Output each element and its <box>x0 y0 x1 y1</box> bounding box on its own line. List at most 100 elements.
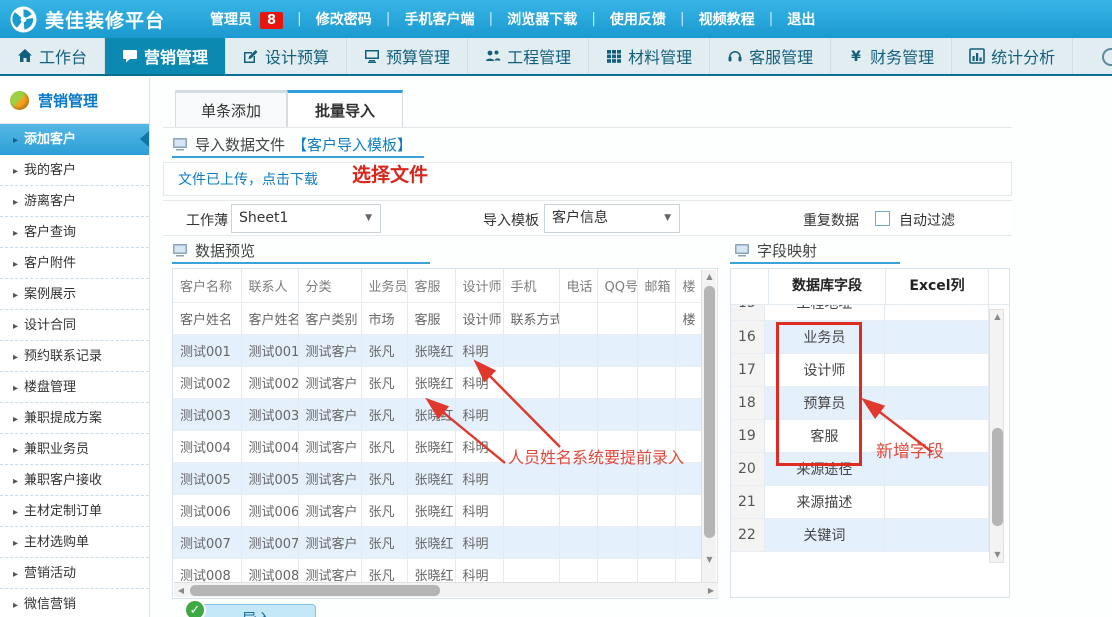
topbar-item[interactable]: 手机客户端 <box>404 9 474 29</box>
sidebar-item[interactable]: ▸微信营销 <box>0 589 149 617</box>
nav-item-home[interactable]: 工作台 <box>0 38 105 74</box>
scroll-up-icon[interactable]: ▲ <box>990 310 1005 324</box>
topbar-admin[interactable]: 管理员8 <box>210 9 283 29</box>
sidebar-item-label: 游离客户 <box>24 194 76 209</box>
notification-badge[interactable]: 8 <box>260 12 283 29</box>
workbook-select[interactable]: Sheet1▼ <box>231 204 381 233</box>
table-row[interactable]: 测试008测试008测试客户张凡张晓红科明 <box>173 558 701 583</box>
app-window: 美佳装修平台 管理员8 |修改密码|手机客户端|浏览器下载|使用反馈|视频教程|… <box>0 0 1112 617</box>
row-number: 19 <box>731 419 765 452</box>
cell: 科明 <box>455 558 503 583</box>
sidebar-item-label: 案例展示 <box>24 287 76 302</box>
tab-batch-import[interactable]: 批量导入 <box>287 90 403 128</box>
import-button[interactable]: 导入 <box>198 604 316 617</box>
mapping-row[interactable]: 17设计师 <box>731 353 989 386</box>
sidebar-item[interactable]: ▸添加客户 <box>0 124 149 155</box>
preview-vertical-scrollbar[interactable]: ▲ ▼ <box>701 270 716 583</box>
caret-right-icon: ▸ <box>13 414 18 425</box>
cell: 张晓红 <box>407 430 455 462</box>
sidebar-item[interactable]: ▸兼职业务员 <box>0 434 149 465</box>
cell: 测试002 <box>173 366 241 398</box>
cell: 测试001 <box>173 334 241 366</box>
sidebar-item[interactable]: ▸游离客户 <box>0 186 149 217</box>
cell <box>675 494 701 526</box>
template-download-link[interactable]: 【客户导入模板】 <box>292 134 412 155</box>
table-row[interactable]: 测试006测试006测试客户张凡张晓红科明 <box>173 494 701 526</box>
nav-item-grid[interactable]: 材料管理 <box>589 38 710 74</box>
nav-item-monitor[interactable]: 预算管理 <box>347 38 468 74</box>
topbar-item[interactable]: 修改密码 <box>316 9 372 29</box>
computer-icon <box>734 243 750 258</box>
caret-right-icon: ▸ <box>13 352 18 363</box>
topbar-item[interactable]: 退出 <box>787 9 815 29</box>
uploaded-file-link[interactable]: 文件已上传，点击下载 <box>178 169 318 189</box>
topbar-item[interactable]: 使用反馈 <box>610 9 666 29</box>
sidebar-item[interactable]: ▸案例展示 <box>0 279 149 310</box>
mapping-row[interactable]: 22关键词 <box>731 518 989 551</box>
mapping-row[interactable]: 19客服 <box>731 419 989 452</box>
scroll-left-icon[interactable]: ◀ <box>174 583 188 598</box>
nav-item-label: 材料管理 <box>628 44 692 68</box>
scrollbar-thumb[interactable] <box>190 585 440 596</box>
nav-item-chat[interactable]: 营销管理 <box>105 38 226 74</box>
excel-col-cell[interactable] <box>884 305 988 320</box>
excel-col-cell[interactable] <box>884 320 988 353</box>
sidebar-item[interactable]: ▸兼职提成方案 <box>0 403 149 434</box>
table-row[interactable]: 客户姓名客户姓名客户类别市场客服设计师联系方式楼 <box>173 302 701 334</box>
tab-single-add[interactable]: 单条添加 <box>175 90 287 128</box>
preview-horizontal-scrollbar[interactable]: ◀ ▶ <box>174 582 718 597</box>
mapping-row[interactable]: 20来源途径 <box>731 452 989 485</box>
choose-file-button[interactable]: 选择文件 <box>352 160 428 187</box>
sidebar-item[interactable]: ▸楼盘管理 <box>0 372 149 403</box>
cell <box>597 558 637 583</box>
scrollbar-thumb[interactable] <box>704 286 715 538</box>
sidebar-item[interactable]: ▸主材定制订单 <box>0 496 149 527</box>
main-nav: 工作台营销管理设计预算预算管理工程管理 材料管理客服管理¥财务管理统计分析 <box>0 38 1112 76</box>
caret-right-icon: ▸ <box>13 383 18 394</box>
mapping-row[interactable]: 21来源描述 <box>731 485 989 518</box>
nav-item-headset[interactable]: 客服管理 <box>710 38 831 74</box>
scroll-right-icon[interactable]: ▶ <box>704 583 718 598</box>
scroll-down-icon[interactable]: ▼ <box>702 553 717 567</box>
db-field-header: 数据库字段 <box>769 269 886 304</box>
scroll-up-icon[interactable]: ▲ <box>702 270 717 284</box>
topbar-item[interactable]: 视频教程 <box>699 9 755 29</box>
table-row[interactable]: 测试007测试007测试客户张凡张晓红科明 <box>173 526 701 558</box>
nav-item-users[interactable]: 工程管理 <box>468 38 589 74</box>
sidebar-item-label: 兼职客户接收 <box>24 473 102 488</box>
annotation-preview-note: 人员姓名系统要提前录入 <box>508 444 684 468</box>
table-row[interactable]: 测试003测试003测试客户张凡张晓红科明 <box>173 398 701 430</box>
mapping-row[interactable]: 16业务员 <box>731 320 989 353</box>
scrollbar-thumb[interactable] <box>992 428 1003 526</box>
sidebar-item[interactable]: ▸客户查询 <box>0 217 149 248</box>
excel-col-cell[interactable] <box>884 386 988 419</box>
mapping-row[interactable]: 18预算员 <box>731 386 989 419</box>
template-select[interactable]: 客户信息▼ <box>544 204 680 233</box>
column-header: 联系人 <box>241 269 298 302</box>
cell <box>597 398 637 430</box>
table-row[interactable]: 测试002测试002测试客户张凡张晓红科明 <box>173 366 701 398</box>
sidebar-item[interactable]: ▸营销活动 <box>0 558 149 589</box>
sidebar-item[interactable]: ▸主材选购单 <box>0 527 149 558</box>
excel-col-cell[interactable] <box>884 485 988 518</box>
cell <box>675 526 701 558</box>
sidebar-item[interactable]: ▸预约联系记录 <box>0 341 149 372</box>
nav-item-chart[interactable]: 统计分析 <box>952 38 1073 74</box>
nav-item-yen[interactable]: ¥财务管理 <box>831 38 952 74</box>
mapping-row[interactable]: 15工程地址 <box>731 305 989 320</box>
cell: 科明 <box>455 462 503 494</box>
scroll-down-icon[interactable]: ▼ <box>990 548 1005 562</box>
excel-col-cell[interactable] <box>884 518 988 551</box>
topbar-item[interactable]: 浏览器下载 <box>507 9 577 29</box>
table-row[interactable]: 测试001测试001测试客户张凡张晓红科明 <box>173 334 701 366</box>
autofilter-checkbox[interactable] <box>875 211 890 226</box>
sidebar-item[interactable]: ▸客户附件 <box>0 248 149 279</box>
success-check-icon: ✓ <box>184 599 206 617</box>
nav-item-edit[interactable]: 设计预算 <box>226 38 347 74</box>
sidebar-item[interactable]: ▸兼职客户接收 <box>0 465 149 496</box>
section-underline <box>172 156 424 158</box>
sidebar-item[interactable]: ▸设计合同 <box>0 310 149 341</box>
mapping-vertical-scrollbar[interactable]: ▲ ▼ <box>989 309 1004 563</box>
sidebar-item[interactable]: ▸我的客户 <box>0 155 149 186</box>
excel-col-cell[interactable] <box>884 353 988 386</box>
